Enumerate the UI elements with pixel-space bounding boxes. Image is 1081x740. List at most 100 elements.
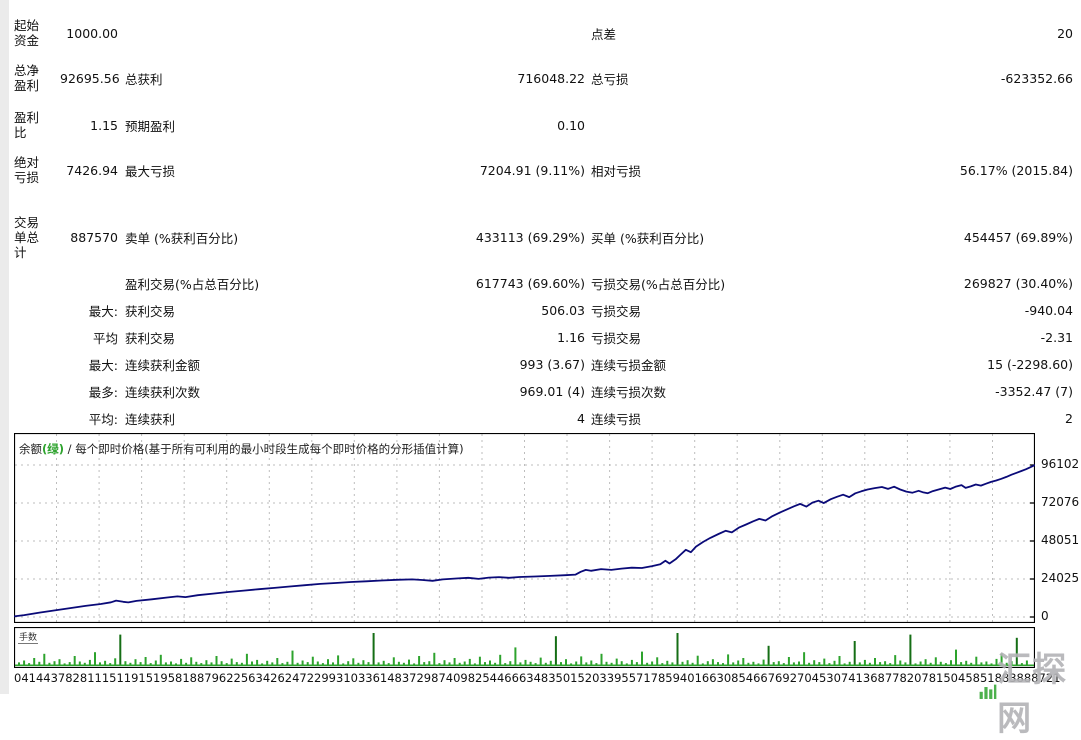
row-header: 起始 资金	[14, 18, 60, 48]
right-value-cell: 269827 (30.40%)	[935, 276, 1073, 291]
mid-label-cell: 连续亏损次数	[585, 382, 935, 401]
value-cell: 887570	[60, 230, 118, 245]
mid-label-cell: 连续亏损	[585, 409, 935, 428]
label-cell: 预期盈利	[118, 116, 418, 135]
mid-value-cell: 617743 (69.60%)	[418, 276, 585, 291]
label-cell: 连续获利次数	[118, 382, 418, 401]
x-axis-tick-label: 78281	[58, 671, 95, 685]
mid-value-cell: 433113 (69.29%)	[418, 230, 585, 245]
x-axis-tick-label: 851883	[973, 671, 1017, 685]
right-value-cell: 20	[935, 26, 1073, 41]
x-axis-tick-label: 225634	[226, 671, 270, 685]
value-cell: 最大:	[60, 355, 118, 374]
mid-label-cell: 亏损交易	[585, 328, 935, 347]
mid-label-cell: 相对亏损	[585, 161, 935, 180]
label-cell: 获利交易	[118, 328, 418, 347]
value-cell: 平均	[60, 328, 118, 347]
mid-value-cell: 7204.91 (9.11%)	[418, 163, 585, 178]
x-axis-tick-label: 520339	[577, 671, 621, 685]
mid-label-cell: 总亏损	[585, 69, 935, 88]
value-cell: 最多:	[60, 382, 118, 401]
right-value-cell: -623352.66	[935, 71, 1073, 86]
x-axis-tick-label: 483501	[534, 671, 578, 685]
mid-value-cell: 993 (3.67)	[418, 357, 585, 372]
label-cell: 总获利	[118, 69, 418, 88]
x-axis-tick-label: 667692	[753, 671, 797, 685]
row-header: 总净 盈利	[14, 63, 60, 93]
x-axis-tick-label: 41443	[21, 671, 58, 685]
x-axis-tick-label: 888721	[1017, 671, 1061, 685]
table-row-average-trade: 平均 获利交易 1.16 亏损交易 -2.31	[14, 324, 1073, 351]
mid-label-cell: 点差	[585, 24, 935, 43]
label-cell: 连续获利金额	[118, 355, 418, 374]
y-axis-tick-label: 0	[1041, 609, 1081, 623]
table-row-largest-trade: 最大: 获利交易 506.03 亏损交易 -940.04	[14, 297, 1073, 324]
table-row-max-consecutive: 最大: 连续获利金额 993 (3.67) 连续亏损金额 15 (-2298.6…	[14, 351, 1073, 378]
x-axis-labels: 0414437828111511915195818879622563426247…	[14, 671, 1035, 685]
mid-value-cell: 969.01 (4)	[418, 384, 585, 399]
right-value-cell: 15 (-2298.60)	[935, 357, 1073, 372]
label-cell: 卖单 (%获利百分比)	[118, 228, 418, 247]
right-value-cell: 2	[935, 411, 1073, 426]
y-axis-tick-label: 48051	[1041, 533, 1081, 547]
volume-histogram	[14, 627, 1035, 668]
mid-label-cell: 连续亏损金额	[585, 355, 935, 374]
y-axis-tick-label: 72076	[1041, 495, 1081, 509]
value-cell: 1000.00	[60, 26, 118, 41]
right-value-cell: -940.04	[935, 303, 1073, 318]
x-axis-tick-label: 446663	[490, 671, 534, 685]
volume-label: 手数	[18, 630, 38, 644]
mid-label-cell: 亏损交易(%占总百分比)	[585, 274, 935, 293]
page-left-margin	[0, 0, 9, 694]
value-cell: 平均:	[60, 409, 118, 428]
label-cell: 盈利交易(%占总百分比)	[118, 274, 418, 293]
x-axis-tick-label: 262472	[270, 671, 314, 685]
y-axis-tick-label: 24025	[1041, 571, 1081, 585]
mid-value-cell: 1.16	[418, 330, 585, 345]
mid-value-cell: 716048.22	[418, 71, 585, 86]
mid-label-cell: 买单 (%获利百分比)	[585, 228, 935, 247]
label-cell: 连续获利	[118, 409, 418, 428]
balance-curve-plot	[14, 433, 1035, 623]
mid-value-cell: 0.10	[418, 118, 585, 133]
x-axis-tick-label: 741368	[841, 671, 885, 685]
value-cell: 最大:	[60, 301, 118, 320]
mid-label-cell: 亏损交易	[585, 301, 935, 320]
table-row-profit-factor: 盈利 比 1.15 预期盈利 0.10	[14, 102, 1073, 148]
x-axis-tick-label: 630854	[709, 671, 753, 685]
row-header: 绝对 亏损	[14, 155, 60, 185]
table-row-net-profit: 总净 盈利 92695.56 总获利 716048.22 总亏损 -623352…	[14, 55, 1073, 101]
x-axis-tick-label: 815045	[929, 671, 973, 685]
value-cell: 7426.94	[60, 163, 118, 178]
right-value-cell: -2.31	[935, 330, 1073, 345]
row-header: 盈利 比	[14, 110, 60, 140]
x-axis-tick-label: 594016	[665, 671, 709, 685]
x-axis-tick-label: 336148	[358, 671, 402, 685]
mid-value-cell: 506.03	[418, 303, 585, 318]
value-cell: 1.15	[60, 118, 118, 133]
y-axis-tick-label: 96102	[1041, 457, 1081, 471]
x-axis-tick-label: 409825	[446, 671, 490, 685]
balance-chart: 余额(绿) / 每个即时价格(基于所有可利用的最小时段生成每个即时价格的分形插值…	[14, 433, 1081, 691]
x-axis-tick-label: 372987	[402, 671, 446, 685]
right-value-cell: -3352.47 (7)	[935, 384, 1073, 399]
mid-value-cell: 4	[418, 411, 585, 426]
right-value-cell: 454457 (69.89%)	[935, 230, 1073, 245]
x-axis-tick-label: 151958	[138, 671, 182, 685]
right-value-cell: 56.17% (2015.84)	[935, 163, 1073, 178]
x-axis-tick-label: 299310	[314, 671, 358, 685]
value-cell: 92695.56	[60, 71, 118, 86]
row-header: 交易 单总 计	[14, 215, 60, 260]
table-row-maximal-consecutive: 最多: 连续获利次数 969.01 (4) 连续亏损次数 -3352.47 (7…	[14, 378, 1073, 405]
table-row-average-consecutive: 平均: 连续获利 4 连续亏损 2	[14, 405, 1073, 432]
x-axis-tick-label: 115119	[95, 671, 139, 685]
x-axis-tick-label: 188796	[182, 671, 226, 685]
table-row-profit-trades: 盈利交易(%占总百分比) 617743 (69.60%) 亏损交易(%占总百分比…	[14, 270, 1073, 296]
x-axis-tick-label: 704530	[797, 671, 841, 685]
label-cell: 获利交易	[118, 301, 418, 320]
x-axis-tick-label: 778207	[885, 671, 929, 685]
x-axis-tick-label: 0	[14, 671, 21, 685]
table-row-initial-deposit: 起始 资金 1000.00 点差 20	[14, 10, 1073, 56]
table-row-drawdown: 绝对 亏损 7426.94 最大亏损 7204.91 (9.11%) 相对亏损 …	[14, 146, 1073, 194]
x-axis-tick-label: 557178	[621, 671, 665, 685]
